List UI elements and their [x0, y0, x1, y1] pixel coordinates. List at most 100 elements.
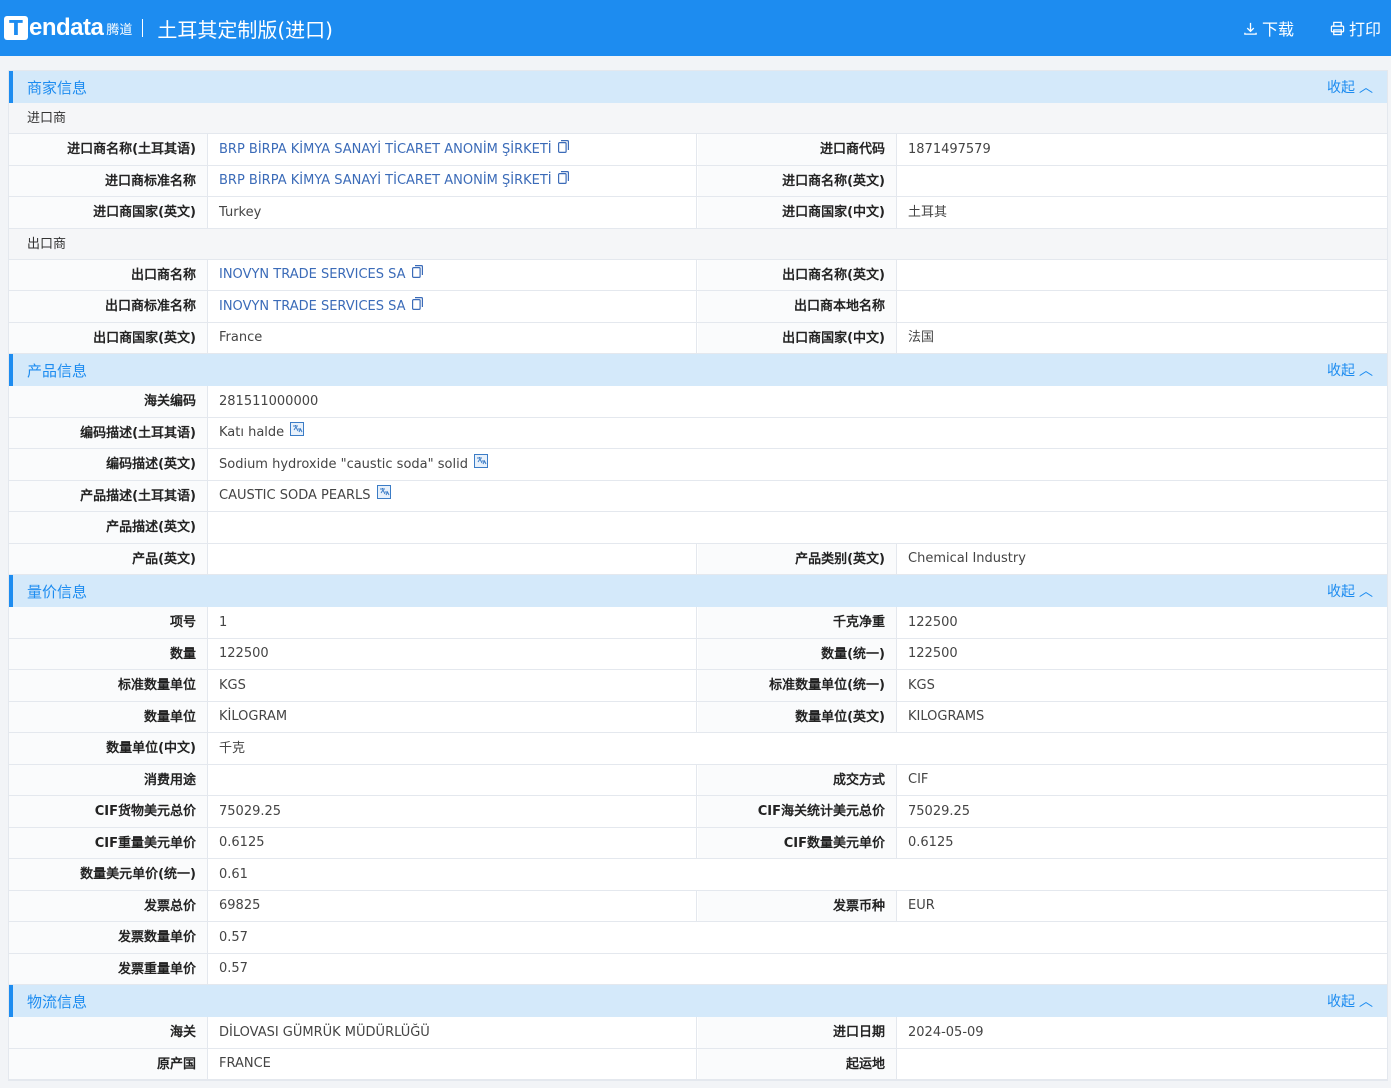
field-label: CIF海关统计美元总价 [698, 796, 897, 827]
field-label: 海关编码 [9, 386, 208, 417]
field-value: 法国 [908, 330, 935, 346]
logo-letter: T [4, 16, 28, 40]
company-link[interactable]: BRP BİRPA KİMYA SANAYİ TİCARET ANONİM Şİ… [219, 134, 552, 165]
company-link[interactable]: INOVYN TRADE SERVICES SA [219, 259, 406, 290]
field-value: 0.6125 [208, 827, 697, 858]
table-row: 数量美元单价(统一) 0.61 [9, 859, 1387, 891]
chevron-up-icon: ︿ [1359, 363, 1373, 379]
company-link[interactable]: BRP BİRPA KİMYA SANAYİ TİCARET ANONİM Şİ… [219, 165, 552, 196]
section-merchant-header: 商家信息 收起 ︿ [9, 71, 1387, 103]
section-title: 产品信息 [27, 361, 88, 380]
table-row: 消费用途 成交方式 CIF [9, 764, 1387, 796]
table-row: 进口商名称(土耳其语) BRP BİRPA KİMYA SANAYİ TİCARE… [9, 134, 1387, 166]
section-price-header: 量价信息 收起 ︿ [9, 575, 1387, 607]
translate-icon[interactable] [290, 417, 305, 448]
copy-icon[interactable] [411, 291, 423, 322]
field-value: 土耳其 [908, 204, 948, 220]
field-label: 编码描述(英文) [9, 449, 208, 480]
field-label: 编码描述(土耳其语) [9, 417, 208, 448]
field-value [897, 260, 1387, 291]
field-label: 消费用途 [9, 764, 208, 795]
field-value: Turkey [208, 197, 697, 228]
field-value: 1 [208, 607, 697, 638]
table-row: 标准数量单位 KGS 标准数量单位(统一) KGS [9, 670, 1387, 702]
field-value: 122500 [908, 614, 958, 630]
field-label: CIF数量美元单价 [698, 827, 897, 858]
table-row: 数量 122500 数量(统一) 122500 [9, 638, 1387, 670]
field-label: 千克净重 [698, 607, 897, 638]
page-title: 土耳其定制版(进口) [157, 17, 333, 42]
field-label: 发票总价 [9, 890, 208, 921]
field-label: 项号 [9, 607, 208, 638]
field-value: Chemical Industry [908, 551, 1026, 567]
table-row: 进口商标准名称 BRP BİRPA KİMYA SANAYİ TİCARET AN… [9, 165, 1387, 197]
logo-cn: 腾道 [106, 22, 133, 38]
logo-word: endata [29, 14, 104, 41]
field-label: 发票币种 [698, 890, 897, 921]
field-label: 出口商国家(英文) [9, 322, 208, 353]
table-row: 编码描述(英文) Sodium hydroxide "caustic soda"… [9, 449, 1387, 481]
field-label: 进口商国家(中文) [698, 197, 897, 228]
field-value: 0.61 [219, 866, 248, 882]
table-row: 发票数量单价 0.57 [9, 922, 1387, 954]
field-label: 数量(统一) [698, 638, 897, 669]
table-row: 出口商国家(英文) France 出口商国家(中文) 法国 [9, 322, 1387, 354]
field-value: 千克 [219, 740, 246, 756]
field-label: 进口商国家(英文) [9, 197, 208, 228]
field-value: 75029.25 [908, 803, 971, 819]
field-value [208, 543, 697, 574]
company-link[interactable]: INOVYN TRADE SERVICES SA [219, 291, 406, 322]
translate-icon[interactable] [376, 480, 391, 511]
chevron-up-icon: ︿ [1359, 994, 1373, 1010]
field-value: 281511000000 [219, 393, 319, 409]
field-label: 发票数量单价 [9, 922, 208, 953]
download-button[interactable]: 下载 [1243, 16, 1294, 40]
exporter-subheader: 出口商 [9, 228, 1387, 260]
field-value: CIF [908, 772, 929, 788]
detail-panel: 商家信息 收起 ︿ 进口商 进口商名称(土耳其语) BRP BİRPA KİMYA … [8, 70, 1388, 1081]
section-title: 商家信息 [27, 78, 88, 97]
collapse-merchant-button[interactable]: 收起 ︿ [1327, 77, 1373, 97]
logo-separator [142, 19, 144, 37]
collapse-logistics-button[interactable]: 收起 ︿ [1327, 991, 1373, 1011]
table-row: 项号 1 千克净重 122500 [9, 607, 1387, 639]
download-label: 下载 [1261, 20, 1294, 39]
table-row: 产品(英文) 产品类别(英文) Chemical Industry [9, 543, 1387, 575]
copy-icon[interactable] [557, 134, 569, 165]
field-label: 数量单位(英文) [698, 701, 897, 732]
field-value: 0.6125 [908, 835, 954, 851]
field-value: KGS [208, 670, 697, 701]
copy-icon[interactable] [411, 259, 423, 290]
field-value: EUR [908, 898, 935, 914]
table-row: 出口商名称 INOVYN TRADE SERVICES SA 出口商名称(英文) [9, 259, 1387, 291]
field-label: 出口商名称(英文) [698, 259, 897, 290]
field-label: 海关 [9, 1017, 208, 1048]
field-value: 122500 [208, 638, 697, 669]
collapse-product-button[interactable]: 收起 ︿ [1327, 360, 1373, 380]
table-row: 发票总价 69825 发票币种 EUR [9, 890, 1387, 922]
print-button[interactable]: 打印 [1330, 16, 1381, 40]
field-value: 0.57 [219, 929, 248, 945]
chevron-up-icon: ︿ [1359, 584, 1373, 600]
field-label: 数量单位 [9, 701, 208, 732]
translate-icon[interactable] [473, 449, 488, 480]
top-bar: T endata 腾道 土耳其定制版(进口) 下载 打印 [0, 0, 1391, 56]
tendata-logo: T endata 腾道 [4, 0, 157, 56]
field-label: CIF货物美元总价 [9, 796, 208, 827]
field-value: 0.57 [219, 961, 248, 977]
collapse-price-button[interactable]: 收起 ︿ [1327, 581, 1373, 601]
field-label: 产品(英文) [9, 543, 208, 574]
field-value: 69825 [208, 890, 697, 921]
field-label: 原产国 [9, 1048, 208, 1079]
field-label: 产品描述(土耳其语) [9, 480, 208, 511]
table-row: 产品描述(土耳其语) CAUSTIC SODA PEARLS [9, 480, 1387, 512]
field-label: 数量美元单价(统一) [9, 859, 208, 890]
field-label: 出口商名称 [9, 259, 208, 290]
table-row: 发票重量单价 0.57 [9, 953, 1387, 985]
copy-icon[interactable] [557, 165, 569, 196]
field-value [897, 291, 1387, 322]
field-value: CAUSTIC SODA PEARLS [219, 488, 371, 504]
field-value [208, 512, 1387, 543]
printer-icon [1330, 21, 1345, 35]
field-value: 2024-05-09 [908, 1024, 984, 1040]
